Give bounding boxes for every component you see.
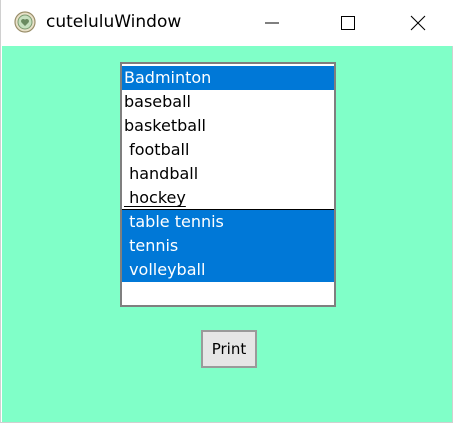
list-item-tennis[interactable]: tennis bbox=[122, 234, 334, 258]
list-item-label: baseball bbox=[124, 92, 191, 111]
list-item-label: Badminton bbox=[124, 68, 212, 87]
minimize-button[interactable] bbox=[249, 0, 295, 46]
list-item-football[interactable]: football bbox=[122, 138, 334, 162]
list-item-label: basketball bbox=[124, 116, 206, 135]
maximize-button[interactable] bbox=[325, 0, 371, 46]
list-item-badminton[interactable]: Badminton bbox=[122, 66, 334, 90]
list-item-handball[interactable]: handball bbox=[122, 162, 334, 186]
maximize-icon bbox=[341, 16, 355, 30]
list-item-hockey[interactable]: hockey bbox=[122, 186, 334, 210]
minimize-icon bbox=[265, 22, 279, 24]
list-item-table-tennis[interactable]: table tennis bbox=[122, 210, 334, 234]
sports-listbox[interactable]: Badminton baseball basketball football h… bbox=[120, 62, 336, 307]
app-window: cuteluluWindow Badminton baseball basket… bbox=[0, 0, 453, 423]
list-item-volleyball[interactable]: volleyball bbox=[122, 258, 334, 282]
list-item-label: football bbox=[124, 140, 190, 159]
list-item-label: handball bbox=[124, 164, 199, 183]
title-bar[interactable]: cuteluluWindow bbox=[1, 0, 453, 46]
list-item-label: volleyball bbox=[124, 260, 206, 279]
list-item-label: hockey bbox=[124, 188, 186, 207]
print-button[interactable]: Print bbox=[201, 330, 257, 368]
close-button[interactable] bbox=[395, 0, 441, 46]
list-item-basketball[interactable]: basketball bbox=[122, 114, 334, 138]
list-item-baseball[interactable]: baseball bbox=[122, 90, 334, 114]
close-icon bbox=[410, 15, 426, 31]
heart-badge-icon bbox=[14, 11, 36, 33]
list-item-label: table tennis bbox=[124, 212, 224, 231]
client-area: Badminton baseball basketball football h… bbox=[2, 46, 452, 422]
list-item-label: tennis bbox=[124, 236, 179, 255]
window-title: cuteluluWindow bbox=[46, 12, 182, 32]
